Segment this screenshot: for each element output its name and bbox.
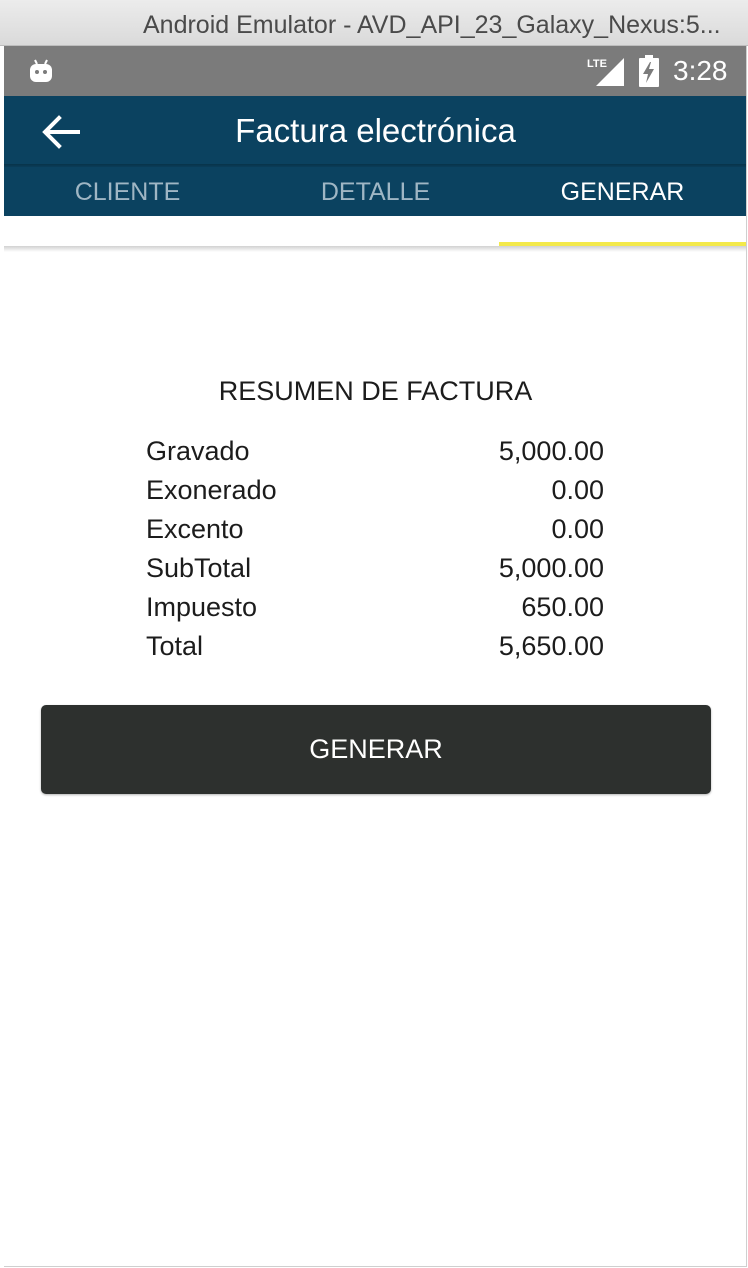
- page-title: Factura electrónica: [235, 112, 516, 149]
- summary-value: 650.00: [521, 592, 604, 622]
- lte-signal-icon: LTE: [587, 58, 624, 86]
- emulator-window-title: Android Emulator - AVD_API_23_Galaxy_Nex…: [143, 11, 721, 39]
- android-icon: [30, 59, 52, 82]
- status-clock: 3:28: [673, 55, 728, 86]
- summary-value: 5,650.00: [498, 631, 604, 661]
- network-type-label: LTE: [587, 58, 607, 70]
- emulator-titlebar: Android Emulator - AVD_API_23_Galaxy_Nex…: [0, 0, 748, 46]
- tab-detalle[interactable]: DETALLE: [252, 168, 499, 216]
- summary-label: Excento: [146, 514, 244, 544]
- summary-row-gravado: Gravado 5,000.00: [146, 432, 604, 471]
- summary-label: Gravado: [146, 436, 250, 466]
- toolbar-divider: [4, 164, 746, 167]
- summary-value: 5,000.00: [498, 436, 604, 466]
- summary-label: SubTotal: [146, 553, 252, 583]
- tab-generar[interactable]: GENERAR: [499, 168, 746, 216]
- summary-value: 0.00: [551, 475, 604, 505]
- summary-label: Impuesto: [146, 592, 258, 622]
- summary-label: Exonerado: [146, 475, 277, 505]
- battery-charging-icon: [639, 55, 659, 87]
- tab-cliente[interactable]: CLIENTE: [4, 168, 251, 216]
- generate-button[interactable]: GENERAR: [41, 705, 711, 794]
- summary-row-excento: Excento 0.00: [146, 510, 604, 549]
- summary-title: RESUMEN DE FACTURA: [218, 376, 533, 406]
- summary-row-total: Total 5,650.00: [146, 627, 604, 666]
- summary-label: Total: [146, 631, 204, 661]
- device-screen: LTE 3:28 Factura electrónica CLIENTE DET…: [4, 46, 747, 1267]
- summary-row-impuesto: Impuesto 650.00: [146, 588, 604, 627]
- summary-value: 5,000.00: [498, 553, 604, 583]
- summary-value: 0.00: [551, 514, 604, 544]
- appbar-shadow: [4, 246, 746, 252]
- summary-row-subtotal: SubTotal 5,000.00: [146, 549, 604, 588]
- status-bar: LTE 3:28: [4, 46, 746, 96]
- summary-row-exonerado: Exonerado 0.00: [146, 471, 604, 510]
- app-bar: Factura electrónica CLIENTE DETALLE GENE…: [4, 96, 746, 216]
